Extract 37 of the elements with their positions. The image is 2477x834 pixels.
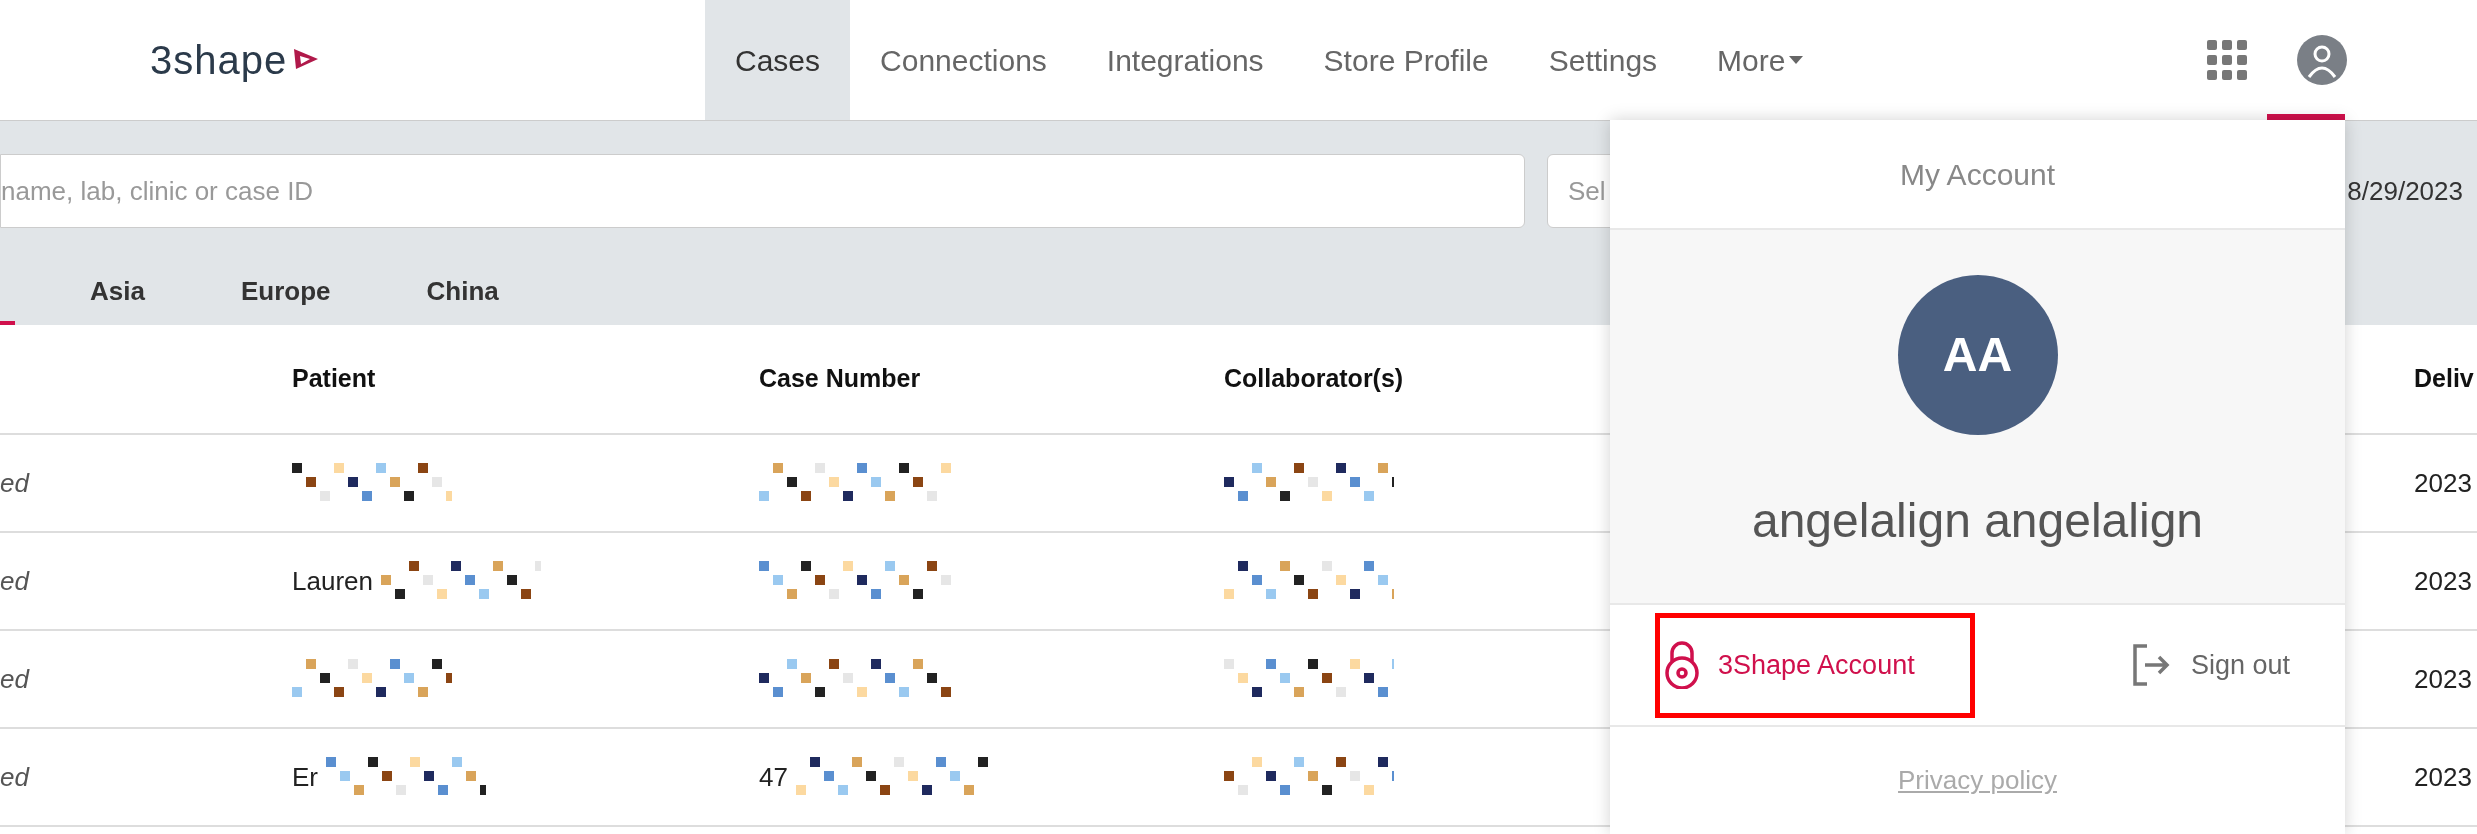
delivery-date: 2023 [2414,565,2472,596]
sign-out-button[interactable]: Sign out [2130,643,2290,687]
status-text: ed [0,467,29,498]
date-text: 8/29/2023 [2347,174,2463,208]
nav-tab[interactable]: Integrations [1076,0,1294,120]
nav-tab[interactable]: More [1687,0,1834,120]
delivery-date: 2023 [2414,761,2472,792]
delivery-date: 2023 [2414,467,2472,498]
user-name: angelalign angelalign [1751,493,2204,549]
status-text: ed [0,565,29,596]
column-header[interactable]: Deliv [2414,364,2474,393]
caret-icon [1789,56,1804,64]
menu-title: My Account [1899,156,2056,193]
nav-tab[interactable]: Settings [1518,0,1688,120]
delivery-date: 2023 [2414,663,2472,694]
sign-out-icon [2130,643,2171,687]
initials-avatar: AA [1897,275,2058,435]
region-tab[interactable]: Europe [192,261,379,325]
lock-icon [1662,641,1702,689]
region-tab[interactable]: Asia [42,261,193,325]
case-number: 47 [759,760,788,794]
user-avatar-icon[interactable] [2297,35,2347,85]
search-field[interactable]: name, lab, clinic or case ID [0,154,1525,228]
logo[interactable]: 3shape [150,30,322,90]
status-text: ed [0,663,29,694]
region-tab[interactable]: China [378,261,547,325]
patient-name: Lauren [292,564,373,598]
nav-tab[interactable]: Store Profile [1293,0,1519,120]
nav-tab[interactable]: Cases [705,0,851,120]
column-header[interactable]: Case Number [759,364,921,393]
column-header[interactable]: Collaborator(s) [1224,364,1404,393]
account-link[interactable]: 3Shape Account [1655,612,1975,718]
apps-grid-icon[interactable] [2207,40,2247,80]
column-header[interactable]: Patient [292,364,376,393]
status-text: ed [0,761,29,792]
patient-name: Er [292,760,318,794]
nav-tab[interactable]: Connections [850,0,1077,120]
